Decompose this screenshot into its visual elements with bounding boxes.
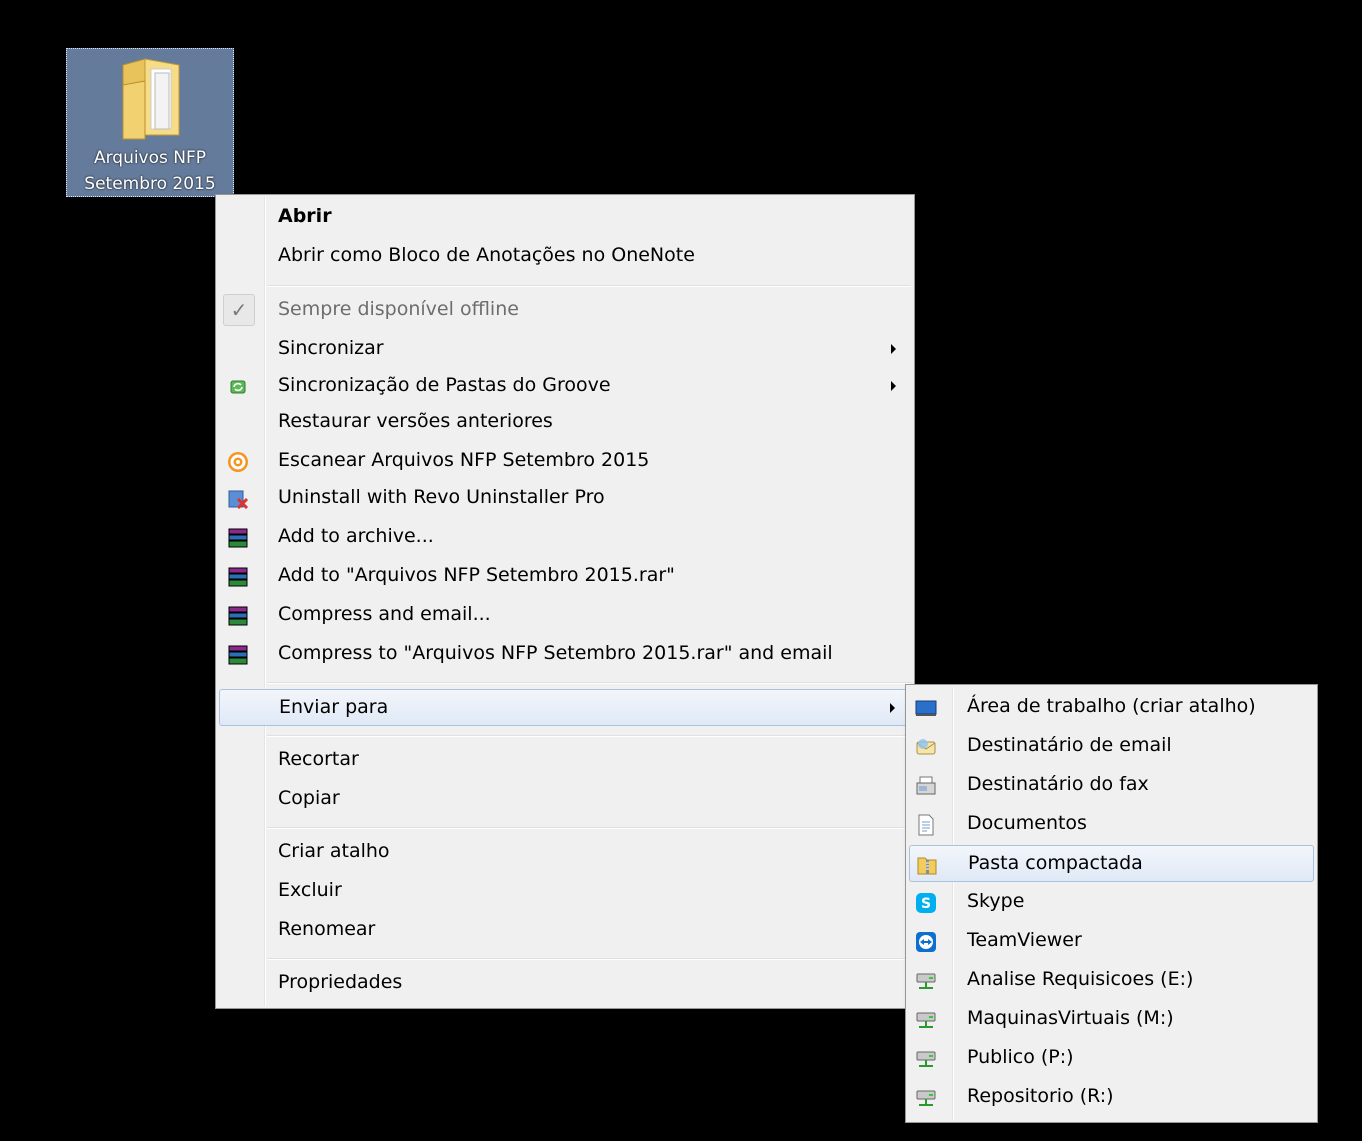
menu-item-label: TeamViewer — [967, 929, 1082, 951]
groove-sync-icon — [230, 380, 246, 394]
desktop-folder-label: Arquivos NFP Setembro 2015 — [67, 145, 233, 197]
menu-item-label: Restaurar versões anteriores — [278, 410, 553, 432]
sendto-item-pasta-compactada[interactable]: Pasta compactada — [909, 845, 1314, 882]
menu-item-label: Analise Requisicoes (E:) — [967, 968, 1194, 990]
menu-separator — [267, 682, 911, 684]
sendto-item-skype[interactable]: S Skype — [909, 884, 1314, 921]
documents-icon — [918, 814, 934, 836]
menu-item-sincronizar[interactable]: Sincronizar — [219, 331, 911, 368]
menu-item-revo-uninstaller[interactable]: Uninstall with Revo Uninstaller Pro — [219, 480, 911, 517]
menu-separator — [267, 958, 911, 960]
menu-item-add-to-archive[interactable]: Add to archive... — [219, 519, 911, 556]
desktop-folder-icon-selected[interactable]: Arquivos NFP Setembro 2015 — [66, 48, 234, 197]
menu-item-compress-and-email[interactable]: Compress and email... — [219, 597, 911, 634]
sendto-item-drive-m[interactable]: MaquinasVirtuais (M:) — [909, 1001, 1314, 1038]
sendto-item-teamviewer[interactable]: TeamViewer — [909, 923, 1314, 960]
menu-item-copiar[interactable]: Copiar — [219, 781, 911, 818]
menu-item-restaurar-versoes[interactable]: Restaurar versões anteriores — [219, 404, 911, 441]
submenu-arrow-icon — [891, 381, 896, 391]
menu-item-criar-atalho[interactable]: Criar atalho — [219, 834, 911, 871]
menu-item-enviar-para[interactable]: Enviar para — [219, 689, 911, 726]
winrar-icon — [228, 567, 248, 587]
menu-item-label: Criar atalho — [278, 840, 390, 862]
menu-item-label: Publico (P:) — [967, 1046, 1074, 1068]
menu-item-renomear[interactable]: Renomear — [219, 912, 911, 949]
menu-item-label: Recortar — [278, 748, 359, 770]
menu-item-label: Abrir — [278, 205, 332, 227]
desktop-folder-label-line1: Arquivos NFP — [93, 148, 207, 168]
menu-item-label: Área de trabalho (criar atalho) — [967, 695, 1256, 717]
context-menu: Abrir Abrir como Bloco de Anotações no O… — [215, 194, 915, 1009]
zip-folder-icon — [917, 857, 937, 875]
menu-item-label: Uninstall with Revo Uninstaller Pro — [278, 486, 605, 508]
teamviewer-icon — [916, 932, 936, 952]
menu-item-label: MaquinasVirtuais (M:) — [967, 1007, 1174, 1029]
menu-item-label: Sempre disponível offline — [278, 298, 519, 320]
menu-item-excluir[interactable]: Excluir — [219, 873, 911, 910]
svg-text:S: S — [921, 896, 931, 912]
folder-icon — [122, 58, 180, 140]
menu-item-recortar[interactable]: Recortar — [219, 742, 911, 779]
network-drive-icon — [916, 1012, 936, 1028]
desktop-icon — [915, 700, 937, 716]
network-drive-icon — [916, 1090, 936, 1106]
sendto-submenu: Área de trabalho (criar atalho) Destinat… — [905, 684, 1318, 1123]
winrar-icon — [228, 528, 248, 548]
menu-item-label: Sincronizar — [278, 337, 384, 359]
menu-item-label: Repositorio (R:) — [967, 1085, 1114, 1107]
menu-item-label: Abrir como Bloco de Anotações no OneNote — [278, 244, 695, 266]
menu-item-label: Compress to "Arquivos NFP Setembro 2015.… — [278, 642, 833, 664]
menu-item-label: Excluir — [278, 879, 342, 901]
revo-uninstaller-icon — [228, 490, 249, 510]
menu-item-abrir-onenote[interactable]: Abrir como Bloco de Anotações no OneNote — [219, 238, 911, 275]
menu-item-label: Destinatário do fax — [967, 773, 1149, 795]
skype-icon: S — [916, 893, 936, 913]
menu-item-sempre-disponivel-offline[interactable]: ✓ Sempre disponível offline — [219, 292, 911, 329]
antivirus-scan-icon — [228, 452, 248, 472]
menu-item-label: Documentos — [967, 812, 1087, 834]
sendto-item-drive-r[interactable]: Repositorio (R:) — [909, 1079, 1314, 1116]
menu-item-compress-to-rar-and-email[interactable]: Compress to "Arquivos NFP Setembro 2015.… — [219, 636, 911, 673]
menu-item-label: Sincronização de Pastas do Groove — [278, 374, 611, 396]
menu-item-add-to-rar[interactable]: Add to "Arquivos NFP Setembro 2015.rar" — [219, 558, 911, 595]
menu-separator — [267, 735, 911, 737]
menu-item-label: Destinatário de email — [967, 734, 1172, 756]
menu-item-label: Escanear Arquivos NFP Setembro 2015 — [278, 449, 650, 471]
sendto-item-drive-e[interactable]: Analise Requisicoes (E:) — [909, 962, 1314, 999]
network-drive-icon — [916, 973, 936, 989]
menu-item-label: Pasta compactada — [968, 852, 1143, 874]
network-drive-icon — [916, 1051, 936, 1067]
menu-item-label: Add to archive... — [278, 525, 434, 547]
menu-item-label: Add to "Arquivos NFP Setembro 2015.rar" — [278, 564, 675, 586]
sendto-item-desktop[interactable]: Área de trabalho (criar atalho) — [909, 689, 1314, 726]
sendto-item-drive-p[interactable]: Publico (P:) — [909, 1040, 1314, 1077]
fax-icon — [916, 776, 936, 795]
menu-item-propriedades[interactable]: Propriedades — [219, 965, 911, 1002]
desktop-folder-label-line2: Setembro 2015 — [84, 174, 216, 194]
menu-item-escanear[interactable]: Escanear Arquivos NFP Setembro 2015 — [219, 443, 911, 480]
menu-item-label: Renomear — [278, 918, 376, 940]
sendto-item-documentos[interactable]: Documentos — [909, 806, 1314, 843]
checkmark-icon: ✓ — [223, 294, 255, 326]
submenu-arrow-icon — [890, 703, 895, 713]
submenu-arrow-icon — [891, 344, 896, 354]
menu-separator — [267, 827, 911, 829]
winrar-icon — [228, 606, 248, 626]
sendto-item-fax[interactable]: Destinatário do fax — [909, 767, 1314, 804]
winrar-icon — [228, 645, 248, 665]
menu-item-label: Compress and email... — [278, 603, 491, 625]
menu-item-label: Propriedades — [278, 971, 403, 993]
menu-item-abrir[interactable]: Abrir — [219, 199, 911, 236]
menu-item-label: Copiar — [278, 787, 340, 809]
menu-separator — [267, 285, 911, 287]
menu-item-groove-sync[interactable]: Sincronização de Pastas do Groove — [219, 368, 911, 405]
sendto-item-email[interactable]: Destinatário de email — [909, 728, 1314, 765]
mail-recipient-icon — [916, 739, 936, 755]
menu-item-label: Enviar para — [279, 696, 389, 718]
menu-item-label: Skype — [967, 890, 1025, 912]
